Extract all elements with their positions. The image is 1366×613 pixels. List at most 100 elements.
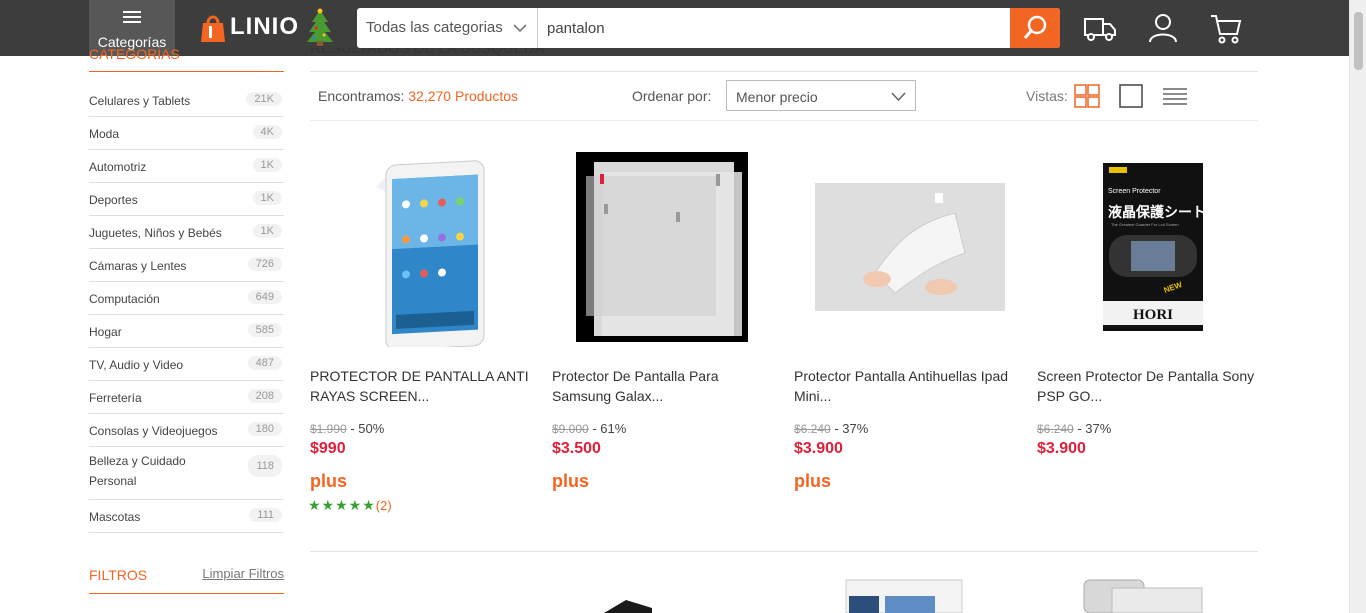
package-jp-text: 液晶保護シート xyxy=(1108,204,1203,221)
product-image[interactable] xyxy=(794,140,1026,354)
category-count-badge: 649 xyxy=(247,290,282,304)
sort-select-value: Menor precio xyxy=(736,89,818,105)
category-item[interactable]: Cámaras y Lentes 726 xyxy=(89,249,284,282)
shopping-cart-icon[interactable] xyxy=(1208,10,1244,46)
package-title: Screen Protector xyxy=(1108,188,1161,195)
category-count-badge: 1K xyxy=(252,158,282,172)
product-image-peek xyxy=(1083,579,1203,613)
results-count-value: 32,270 Productos xyxy=(408,88,519,104)
list-view-icon[interactable] xyxy=(1162,84,1188,108)
old-price: $6.240 xyxy=(794,422,831,436)
discount: - 61% xyxy=(592,421,627,436)
category-count-badge: 1K xyxy=(252,191,282,205)
category-item[interactable]: Computación 649 xyxy=(89,282,284,315)
product-name[interactable]: Protector De Pantalla Para Samsung Galax… xyxy=(552,366,772,406)
star-icons: ★★★★★ xyxy=(308,497,376,513)
category-label: Hogar xyxy=(89,325,122,339)
old-price: $6.240 xyxy=(1037,422,1074,436)
chevron-down-icon xyxy=(513,24,527,33)
filters-title: FILTROS xyxy=(89,567,148,583)
category-item[interactable]: Mascotas 111 xyxy=(89,500,284,533)
top-navigation-bar: Categorías LINIO Todas las categorias xyxy=(0,0,1366,56)
category-label: Belleza y Cuidado Personal xyxy=(89,454,186,488)
sidebar-title: CATEGORÍAS xyxy=(89,46,180,62)
sort-select[interactable]: Menor precio xyxy=(726,80,916,111)
delivery-truck-icon[interactable] xyxy=(1082,10,1118,46)
discount: - 50% xyxy=(350,421,385,436)
category-count-badge: 726 xyxy=(247,257,282,271)
product-name[interactable]: Screen Protector De Pantalla Sony PSP GO… xyxy=(1037,366,1257,406)
discount: - 37% xyxy=(1077,421,1112,436)
category-label: Celulares y Tablets xyxy=(89,94,191,108)
christmas-tree-icon xyxy=(307,8,333,46)
category-label: Cámaras y Lentes xyxy=(89,259,187,273)
category-count-badge: 208 xyxy=(247,389,282,403)
product-image-peek xyxy=(845,579,963,613)
grid-view-icon[interactable] xyxy=(1074,84,1100,108)
film-peel-image xyxy=(815,183,1005,311)
old-price: $9.000 xyxy=(552,422,589,436)
search-button[interactable] xyxy=(1010,8,1060,48)
package-brand: HORI xyxy=(1133,307,1173,323)
product-original-price: $6.240 - 37% xyxy=(1037,421,1111,436)
product-image[interactable] xyxy=(552,140,784,354)
product-price: $990 xyxy=(310,440,346,457)
filters-header: FILTROS Limpiar Filtros xyxy=(89,566,284,594)
category-item[interactable]: Deportes 1K xyxy=(89,183,284,216)
category-item[interactable]: Belleza y Cuidado Personal 118 xyxy=(89,447,284,500)
divider xyxy=(310,71,1258,72)
category-item[interactable]: Automotriz 1K xyxy=(89,150,284,183)
product-name[interactable]: Protector Pantalla Antihuellas Ipad Mini… xyxy=(794,366,1014,406)
single-view-icon[interactable] xyxy=(1118,84,1144,108)
linio-logo[interactable]: LINIO xyxy=(198,8,299,46)
category-count-badge: 111 xyxy=(249,508,282,522)
shopping-bag-logo-icon xyxy=(201,15,225,42)
category-list: Celulares y Tablets 21K Moda 4K Automotriz… xyxy=(89,84,284,533)
search-input[interactable] xyxy=(538,8,1010,48)
category-item[interactable]: Juguetes, Niños y Bebés 1K xyxy=(89,216,284,249)
plus-badge: plus xyxy=(552,471,590,491)
plus-badge: plus xyxy=(794,471,832,491)
category-item[interactable]: TV, Audio y Video 487 xyxy=(89,348,284,381)
search-category-value: Todas las categorias xyxy=(366,19,503,36)
category-count-badge: 1K xyxy=(252,224,282,238)
category-label: Deportes xyxy=(89,193,138,207)
category-count-badge: 21K xyxy=(246,92,282,106)
category-label: Juguetes, Niños y Bebés xyxy=(89,226,222,240)
user-account-icon[interactable] xyxy=(1145,10,1181,46)
product-image[interactable] xyxy=(310,140,542,354)
category-item[interactable]: Hogar 585 xyxy=(89,315,284,348)
scrollbar-thumb[interactable] xyxy=(1354,12,1363,70)
product-original-price: $1.990 - 50% xyxy=(310,421,384,436)
product-name[interactable]: PROTECTOR DE PANTALLA ANTI RAYAS SCREEN.… xyxy=(310,366,530,406)
results-count: Encontramos: 32,270 Productos xyxy=(318,88,518,104)
plus-badge: plus xyxy=(310,471,348,491)
hamburger-icon xyxy=(123,11,141,23)
rating-stars[interactable]: ★★★★★(2) xyxy=(308,497,392,514)
category-item[interactable]: Ferretería 208 xyxy=(89,381,284,414)
category-item[interactable]: Celulares y Tablets 21K xyxy=(89,84,284,117)
search-bar: Todas las categorias xyxy=(357,8,1060,48)
category-item[interactable]: Moda 4K xyxy=(89,117,284,150)
product-price: $3.500 xyxy=(552,440,601,457)
category-label: TV, Audio y Video xyxy=(89,358,184,372)
package-tagline: The Greatest Guarder For Lcd Screen xyxy=(1111,222,1179,227)
category-count-badge: 118 xyxy=(248,455,282,477)
page-scrollbar[interactable] xyxy=(1349,0,1366,613)
discount: - 37% xyxy=(834,421,869,436)
clear-filters-link[interactable]: Limpiar Filtros xyxy=(202,566,284,581)
hori-package-image: Screen Protector 液晶保護シート The Greatest Gu… xyxy=(1103,163,1203,331)
category-label: Ferretería xyxy=(89,391,142,405)
category-item[interactable]: Consolas y Videojuegos 180 xyxy=(89,414,284,447)
results-title-text: RESULTADOS DE LA BÚSQUEDA xyxy=(310,48,545,57)
results-title: RESULTADOS DE LA BÚSQUEDA xyxy=(310,48,545,58)
results-count-prefix: Encontramos: xyxy=(318,88,405,104)
product-original-price: $9.000 - 61% xyxy=(552,421,626,436)
sidebar-divider xyxy=(89,71,284,72)
product-image[interactable]: Screen Protector 液晶保護シート The Greatest Gu… xyxy=(1037,140,1269,354)
search-category-select[interactable]: Todas las categorias xyxy=(357,8,538,48)
screen-film-image xyxy=(576,152,748,342)
tablet-image xyxy=(376,160,485,347)
category-label: Computación xyxy=(89,292,160,306)
logo-text: LINIO xyxy=(230,13,299,40)
